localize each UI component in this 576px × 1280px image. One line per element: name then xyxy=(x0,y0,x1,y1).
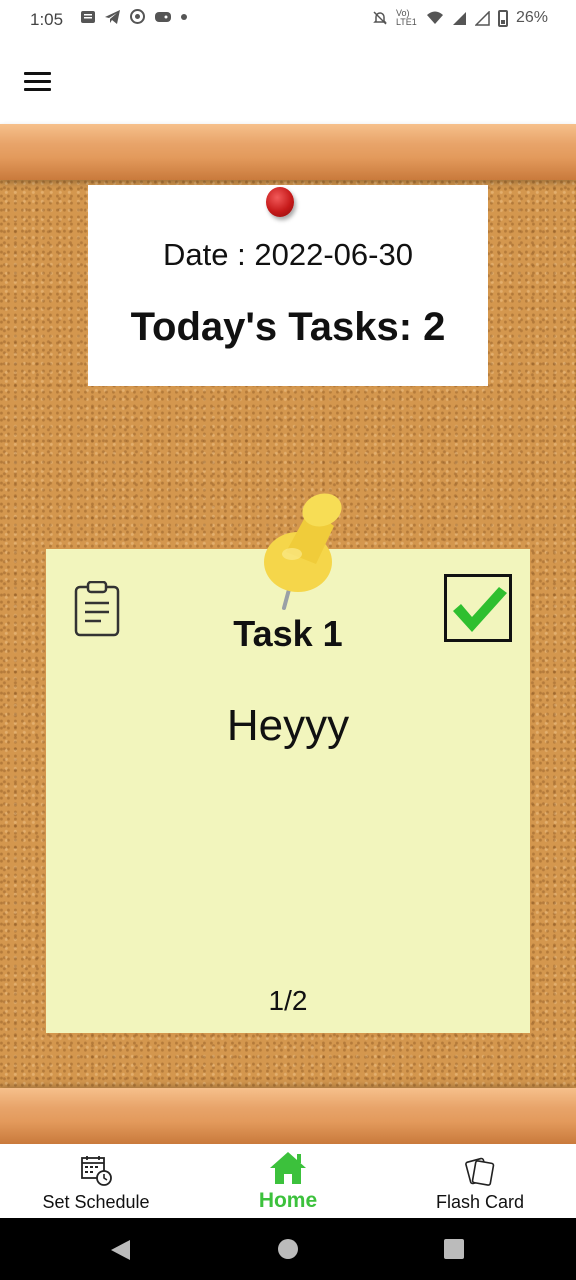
battery-percent: 26% xyxy=(515,9,548,26)
yellow-pushpin-icon xyxy=(264,493,342,610)
notification-icons xyxy=(80,8,188,25)
home-icon xyxy=(270,1152,306,1184)
system-navigation-bar xyxy=(0,1218,576,1280)
nav-flash-card-label: Flash Card xyxy=(435,1192,525,1212)
board-frame-bottom xyxy=(0,1088,576,1144)
whatsapp-icon xyxy=(130,9,145,24)
wifi-icon xyxy=(426,11,443,24)
cork-board: Date : 2022-06-30 Today's Tasks: 2 Task … xyxy=(0,124,576,1144)
date-card: Date : 2022-06-30 Today's Tasks: 2 xyxy=(88,185,488,386)
battery-icon xyxy=(497,9,508,27)
task-title: Task 1 xyxy=(233,613,343,654)
task-body: Heyyy xyxy=(226,701,350,750)
bottom-navigation: Set Schedule Home Flash Card xyxy=(0,1144,576,1218)
task-sticky-note[interactable]: Task 1 Heyyy 1/2 xyxy=(46,549,530,1033)
home-system-button[interactable] xyxy=(277,1238,299,1260)
app-bar xyxy=(0,42,576,124)
back-button[interactable] xyxy=(108,1238,132,1262)
nav-home[interactable]: Home xyxy=(192,1144,384,1218)
date-label: Date : 2022-06-30 xyxy=(163,237,413,272)
menu-icon[interactable] xyxy=(24,72,52,94)
system-status-icons: Vo) LTE1 26% xyxy=(372,9,548,27)
signal-icon xyxy=(452,11,466,25)
calendar-clock-icon xyxy=(81,1156,112,1186)
nav-set-schedule-label: Set Schedule xyxy=(42,1192,150,1212)
nav-set-schedule[interactable]: Set Schedule xyxy=(0,1144,192,1218)
task-pager: 1/2 xyxy=(268,985,308,1016)
status-time: 1:05 xyxy=(30,10,64,29)
status-bar: 1:05 Vo) LTE1 26% xyxy=(0,0,576,42)
mute-icon xyxy=(373,11,387,25)
nav-flash-card[interactable]: Flash Card xyxy=(384,1144,576,1218)
tasks-count-heading: Today's Tasks: 2 xyxy=(130,305,446,349)
more-notifications-dot-icon xyxy=(181,13,187,20)
app-screen: 1:05 Vo) LTE1 26% Date : 2022-06-30 Toda… xyxy=(0,0,576,1280)
flash-card-icon xyxy=(465,1157,495,1186)
message-notification-icon xyxy=(81,10,95,23)
nav-home-label: Home xyxy=(258,1189,318,1212)
game-controller-icon xyxy=(155,11,171,22)
board-frame-top xyxy=(0,124,576,180)
signal-2-icon xyxy=(474,10,490,26)
volte-label: Vo) LTE1 xyxy=(395,8,417,27)
red-pushpin-icon xyxy=(266,187,294,217)
recents-button[interactable] xyxy=(443,1238,465,1260)
telegram-icon xyxy=(105,9,120,24)
